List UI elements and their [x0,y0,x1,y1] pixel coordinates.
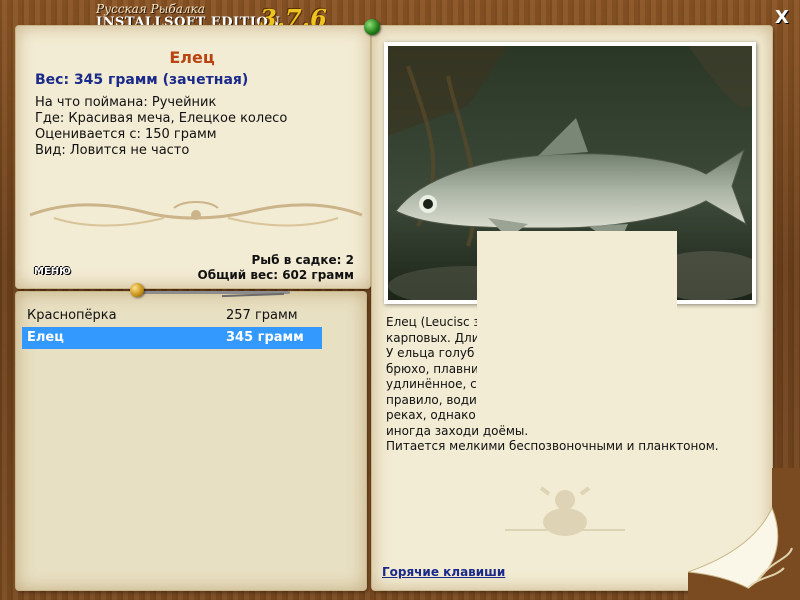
fisherman-watermark-icon [505,486,625,536]
list-item-weight: 345 грамм [226,330,304,345]
image-placeholder [477,231,677,304]
page-curl-icon [688,468,800,600]
list-item-selected[interactable]: Елец 345 грамм [22,327,322,349]
description-line: Питается мелкими беспозвоночными и планк… [386,439,719,453]
info-bait: На что поймана: Ручейник [35,95,217,110]
total-weight: Общий вес: 602 грамм [197,268,354,282]
catch-list: Краснопёрка 257 грамм Елец 345 грамм [22,305,322,349]
hotkeys-link[interactable]: Горячие клавиши [382,565,505,579]
info-rarity: Вид: Ловится не часто [35,143,190,158]
green-pin-icon [364,19,380,35]
info-location: Где: Красивая меча, Елецкое колесо [35,111,288,126]
catch-stats: Рыб в садке: 2 Общий вес: 602 грамм [180,253,354,283]
list-item-name: Краснопёрка [27,308,117,323]
menu-button[interactable]: МЕНЮ [34,266,71,277]
float-icon [130,283,144,297]
list-item-weight: 257 грамм [226,308,298,323]
list-item[interactable]: Краснопёрка 257 грамм [22,305,322,327]
description-line: иногда заходи доёмы. [386,423,529,438]
app-title-line1: Русская Рыбалка [96,2,205,16]
fish-info-lines: На что поймана: Ручейник Где: Красивая м… [35,95,287,159]
fish-name: Елец [169,48,215,67]
info-rated-from: Оценивается с: 150 грамм [35,127,217,142]
fish-weight: Вес: 345 грамм (зачетная) [35,72,249,88]
ornament-divider-icon [29,201,363,227]
list-item-name: Елец [27,330,64,345]
fish-count: Рыб в садке: 2 [251,253,355,267]
description-placeholder [477,304,677,425]
close-button[interactable]: X [772,8,792,28]
